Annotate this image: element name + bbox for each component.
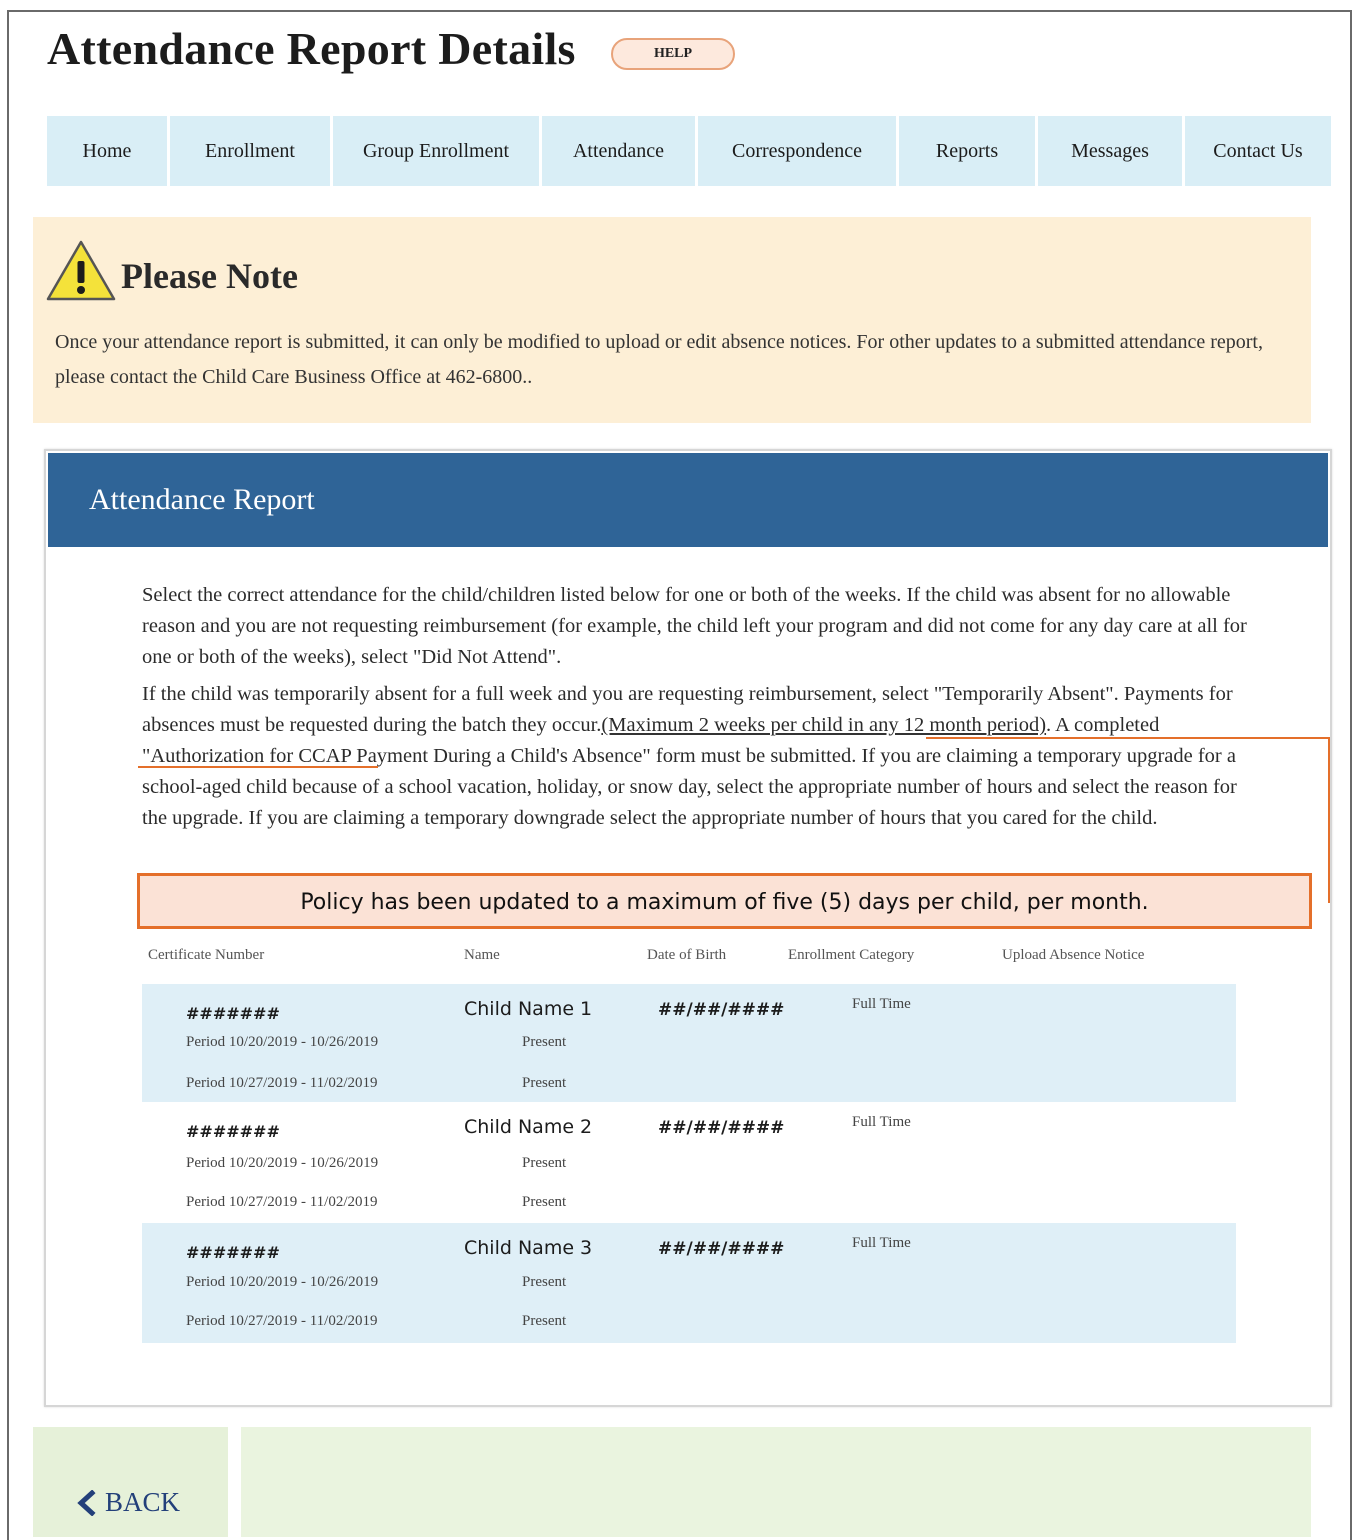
child-name: Child Name 1 xyxy=(464,998,593,1020)
warning-icon xyxy=(46,240,116,301)
report-instructions: Select the correct attendance for the ch… xyxy=(142,580,1252,840)
instructions-paragraph-2: If the child was temporarily absent for … xyxy=(142,679,1252,834)
col-name: Name xyxy=(464,947,500,963)
report-header: Attendance Report xyxy=(48,453,1328,547)
attendance-status-1[interactable]: Present xyxy=(522,1034,566,1051)
enrollment-category: Full Time xyxy=(852,1114,911,1130)
please-note-panel: Please Note Once your attendance report … xyxy=(33,217,1311,423)
footer-area xyxy=(241,1427,1311,1537)
attendance-status-2[interactable]: Present xyxy=(522,1075,566,1092)
col-upload-absence-notice: Upload Absence Notice xyxy=(1002,947,1145,963)
nav-reports[interactable]: Reports xyxy=(899,116,1035,186)
certificate-number: ####### xyxy=(186,1122,280,1141)
main-nav: Home Enrollment Group Enrollment Attenda… xyxy=(47,116,1335,186)
period-1: Period 10/20/2019 - 10/26/2019 xyxy=(186,1155,379,1171)
nav-contact-us[interactable]: Contact Us xyxy=(1185,116,1331,186)
nav-correspondence[interactable]: Correspondence xyxy=(698,116,896,186)
enrollment-category: Full Time xyxy=(852,1235,911,1251)
nav-messages[interactable]: Messages xyxy=(1038,116,1182,186)
attendance-status-2[interactable]: Present xyxy=(522,1194,566,1211)
period-2: Period 10/27/2019 - 11/02/2019 xyxy=(186,1194,378,1210)
max-weeks-text: (Maximum 2 weeks per child in any 12 mon… xyxy=(601,714,1047,736)
back-label: BACK xyxy=(105,1487,181,1517)
attendance-status-1[interactable]: Present xyxy=(522,1155,566,1172)
attendance-status-2[interactable]: Present xyxy=(522,1313,566,1330)
page-title: Attendance Report Details xyxy=(47,23,576,74)
back-button[interactable]: BACK xyxy=(75,1487,180,1518)
period-2: Period 10/27/2019 - 11/02/2019 xyxy=(186,1075,378,1091)
report-title: Attendance Report xyxy=(89,483,315,516)
table-row: ####### Child Name 2 ##/##/#### Full Tim… xyxy=(142,1102,1236,1223)
col-enrollment-category: Enrollment Category xyxy=(788,947,915,963)
child-name: Child Name 2 xyxy=(464,1116,593,1138)
date-of-birth: ##/##/#### xyxy=(658,1239,785,1259)
period-1: Period 10/20/2019 - 10/26/2019 xyxy=(186,1034,379,1050)
footer-nav: BACK xyxy=(33,1427,228,1537)
col-certificate-number: Certificate Number xyxy=(148,947,265,963)
period-1: Period 10/20/2019 - 10/26/2019 xyxy=(186,1274,379,1290)
enrollment-category: Full Time xyxy=(852,996,911,1012)
nav-enrollment[interactable]: Enrollment xyxy=(170,116,330,186)
instructions-paragraph-1: Select the correct attendance for the ch… xyxy=(142,584,1247,668)
note-text: Once your attendance report is submitted… xyxy=(55,331,1263,388)
child-name: Child Name 3 xyxy=(464,1237,593,1259)
period-2: Period 10/27/2019 - 11/02/2019 xyxy=(186,1313,378,1329)
attendance-status-1[interactable]: Present xyxy=(522,1274,566,1291)
certificate-number: ####### xyxy=(186,1243,280,1262)
chevron-left-icon xyxy=(77,1489,96,1516)
policy-callout: Policy has been updated to a maximum of … xyxy=(137,873,1312,929)
date-of-birth: ##/##/#### xyxy=(658,1000,785,1020)
nav-attendance[interactable]: Attendance xyxy=(542,116,695,186)
table-row: ####### Child Name 3 ##/##/#### Full Tim… xyxy=(142,1223,1236,1343)
certificate-number: ####### xyxy=(186,1004,280,1023)
col-date-of-birth: Date of Birth xyxy=(647,947,727,963)
note-title: Please Note xyxy=(121,256,298,296)
table-row: ####### Child Name 1 ##/##/#### Full Tim… xyxy=(142,984,1236,1102)
nav-group-enrollment[interactable]: Group Enrollment xyxy=(333,116,539,186)
help-button[interactable]: HELP xyxy=(611,38,735,70)
date-of-birth: ##/##/#### xyxy=(658,1118,785,1138)
attendance-report-panel: Attendance Report Select the correct att… xyxy=(44,449,1332,1407)
nav-home[interactable]: Home xyxy=(47,116,167,186)
